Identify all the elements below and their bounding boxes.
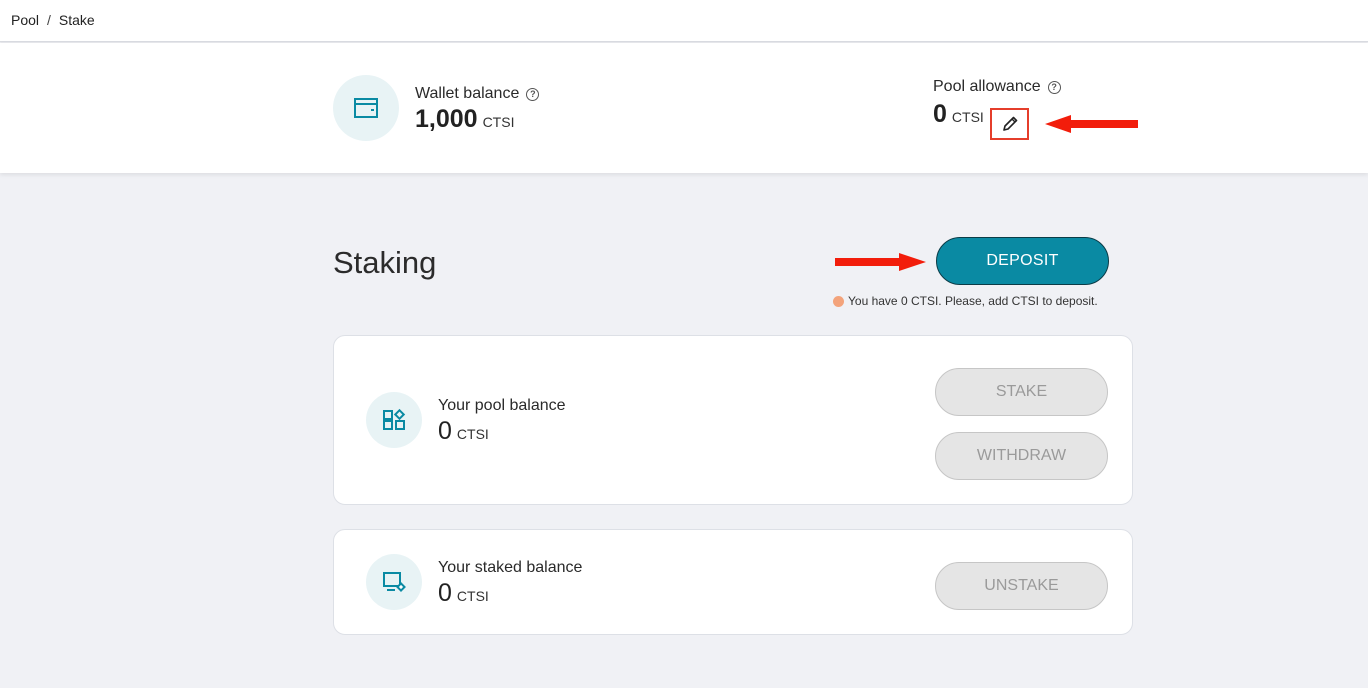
staked-balance-value: 0: [438, 579, 452, 607]
pool-balance-value: 0: [438, 417, 452, 445]
help-icon[interactable]: ?: [1047, 80, 1061, 94]
stake-button[interactable]: STAKE: [935, 368, 1108, 416]
staked-balance-unit: CTSI: [456, 588, 489, 604]
breadcrumb-separator: /: [47, 12, 51, 28]
deposit-notice-text: You have 0 CTSI. Please, add CTSI to dep…: [848, 294, 1098, 308]
wallet-icon: [333, 75, 399, 141]
wallet-balance-label: Wallet balance: [415, 85, 520, 102]
pool-allowance-label: Pool allowance: [933, 78, 1041, 95]
staked-balance-label: Your staked balance: [438, 559, 583, 576]
unstake-button[interactable]: UNSTAKE: [935, 562, 1108, 610]
breadcrumb-pool-link[interactable]: Pool: [11, 12, 39, 28]
pool-balance-label: Your pool balance: [438, 397, 566, 414]
wallet-balance-value: 1,000: [415, 105, 478, 133]
pool-allowance-unit: CTSI: [951, 109, 984, 125]
page-title: Staking: [333, 245, 437, 280]
staked-balance-amount: 0 CTSI: [438, 579, 582, 608]
annotation-arrow-right-icon: [835, 253, 926, 271]
pencil-icon: [1002, 116, 1017, 131]
breadcrumb-current: Stake: [58, 12, 95, 28]
withdraw-button[interactable]: WITHDRAW: [935, 432, 1108, 480]
pool-balance: Your pool balance 0 CTSI: [438, 397, 566, 446]
deposit-notice: You have 0 CTSI. Please, add CTSI to dep…: [833, 294, 1098, 308]
pool-balance-unit: CTSI: [456, 426, 489, 442]
pool-grid-icon: [366, 392, 422, 448]
pool-allowance-value: 0: [933, 100, 947, 128]
help-icon[interactable]: ?: [526, 87, 540, 101]
staked-balance: Your staked balance 0 CTSI: [438, 559, 582, 608]
top-bar: Pool / Stake: [0, 0, 1368, 42]
wallet-balance-amount: 1,000 CTSI: [415, 105, 539, 134]
pool-balance-amount: 0 CTSI: [438, 417, 566, 446]
staked-monitor-icon: [366, 554, 422, 610]
deposit-button[interactable]: DEPOSIT: [936, 237, 1109, 285]
annotation-arrow-left-icon: [1045, 115, 1138, 133]
breadcrumb: Pool / Stake: [11, 12, 95, 28]
balance-strip: [0, 43, 1368, 173]
warning-dot-icon: [833, 295, 844, 307]
pool-allowance-label-row: Pool allowance ?: [933, 78, 1061, 96]
wallet-balance: Wallet balance ? 1,000 CTSI: [415, 85, 540, 134]
edit-allowance-button[interactable]: [990, 108, 1029, 140]
wallet-balance-label-row: Wallet balance ?: [415, 85, 540, 103]
wallet-balance-unit: CTSI: [482, 114, 515, 130]
